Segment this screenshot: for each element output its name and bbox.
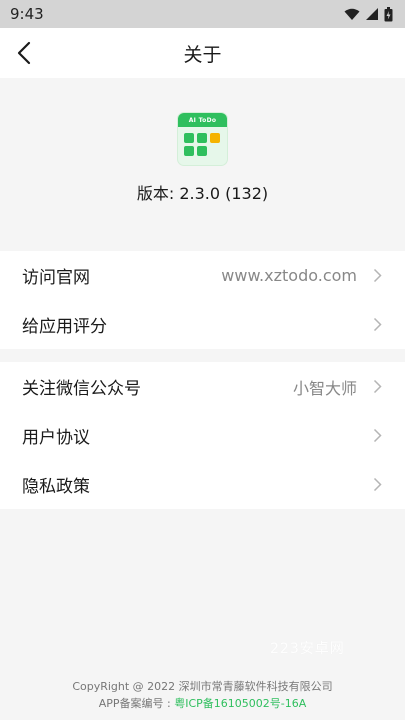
app-logo-label: AI ToDo: [178, 113, 227, 127]
page-title: 关于: [183, 43, 222, 66]
privacy-policy-row[interactable]: 隐私政策: [0, 460, 405, 509]
back-arrow-icon: [17, 41, 31, 65]
battery-icon: [384, 6, 393, 21]
status-time: 9:43: [10, 5, 44, 23]
chevron-right-icon: [373, 477, 383, 493]
user-agreement-row[interactable]: 用户协议: [0, 411, 405, 460]
status-bar: 9:43: [0, 0, 405, 28]
links-group: 访问官网 www.xztodo.com 给应用评分: [0, 251, 405, 349]
copyright-text: CopyRight @ 2022 深圳市常青藤软件科技有限公司: [72, 680, 333, 693]
status-icons: [344, 6, 393, 22]
icp-label: APP备案编号 :: [98, 697, 171, 710]
icp-number-link[interactable]: 粤ICP备16105002号-16A: [174, 697, 306, 710]
icp-line: APP备案编号 : 粤ICP备16105002号-16A: [0, 695, 405, 712]
chevron-right-icon: [373, 317, 383, 333]
info-group: 关注微信公众号 小智大师 用户协议 隐私政策: [0, 362, 405, 509]
nav-bar: 关于: [0, 28, 405, 78]
footer: CopyRight @ 2022 深圳市常青藤软件科技有限公司 APP备案编号 …: [0, 678, 405, 712]
rate-app-row[interactable]: 给应用评分: [0, 300, 405, 349]
wifi-icon: [344, 8, 360, 20]
app-logo: AI ToDo: [177, 112, 228, 166]
row-label: 给应用评分: [22, 317, 107, 337]
chevron-right-icon: [373, 268, 383, 284]
visit-website-row[interactable]: 访问官网 www.xztodo.com: [0, 251, 405, 300]
signal-icon: [366, 8, 378, 20]
back-button[interactable]: [10, 39, 38, 67]
wechat-account-row[interactable]: 关注微信公众号 小智大师: [0, 362, 405, 411]
row-label: 用户协议: [22, 428, 90, 448]
chevron-right-icon: [373, 379, 383, 395]
row-label: 隐私政策: [22, 477, 90, 497]
website-url: www.xztodo.com: [221, 266, 357, 285]
chevron-right-icon: [373, 428, 383, 444]
calendar-grid-icon: [184, 133, 220, 156]
wechat-account-name: 小智大师: [292, 378, 357, 398]
row-label: 关注微信公众号: [22, 379, 141, 399]
row-label: 访问官网: [22, 268, 90, 288]
watermark: 223安卓网: [270, 641, 345, 657]
app-info-section: AI ToDo 版本: 2.3.0 (132): [0, 78, 405, 250]
app-version: 版本: 2.3.0 (132): [136, 184, 269, 203]
